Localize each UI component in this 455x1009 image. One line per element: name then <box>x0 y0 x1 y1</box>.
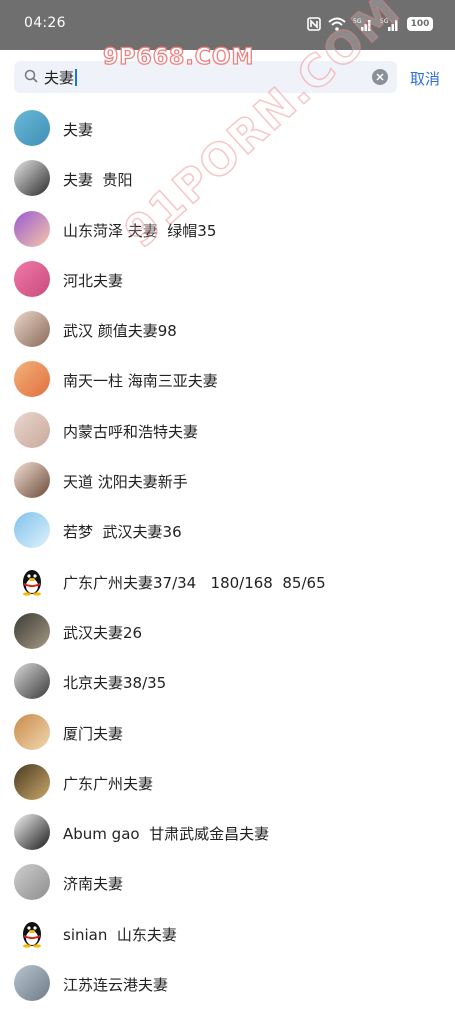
cancel-button[interactable]: 取消 <box>410 68 440 89</box>
status-icons: 5G 5G 100 <box>307 15 433 33</box>
contact-name: 内蒙古呼和浩特夫妻 <box>63 422 199 441</box>
search-query[interactable]: 夫妻 <box>44 67 77 88</box>
contact-name: 江苏连云港夫妻 <box>63 976 169 995</box>
clear-icon[interactable] <box>372 69 388 85</box>
contact-name: 南天一柱 海南三亚夫妻 <box>63 372 218 391</box>
battery-icon: 100 <box>407 17 433 31</box>
contact-name: 若梦 武汉夫妻36 <box>63 523 182 542</box>
list-item[interactable]: 若梦 武汉夫妻36 <box>0 506 455 556</box>
avatar <box>14 160 50 197</box>
list-item[interactable]: Abum gao 甘肃武威金昌夫妻 <box>0 808 455 858</box>
list-item[interactable]: sinian 山东夫妻 <box>0 909 455 959</box>
nfc-icon <box>307 17 321 31</box>
avatar <box>14 210 50 247</box>
avatar <box>14 311 50 348</box>
svg-text:5G: 5G <box>380 18 389 25</box>
contact-name: 济南夫妻 <box>63 875 124 894</box>
search-input[interactable]: 夫妻 <box>14 61 397 93</box>
avatar <box>14 462 50 499</box>
list-item[interactable]: 江苏连云港夫妻 <box>0 959 455 1009</box>
list-item[interactable]: 河北夫妻 <box>0 255 455 305</box>
list-item[interactable]: 厦门夫妻 <box>0 708 455 758</box>
avatar <box>14 512 50 549</box>
list-item[interactable]: 广东广州夫妻 <box>0 758 455 808</box>
contact-name: 夫妻 <box>63 121 94 139</box>
list-item[interactable]: 武汉 颜值夫妻98 <box>0 305 455 355</box>
signal-5g-icon-2: 5G <box>380 18 398 31</box>
avatar <box>14 663 50 700</box>
list-item[interactable]: 南天一柱 海南三亚夫妻 <box>0 355 455 405</box>
contact-name: 山东菏泽 夫妻 绿帽35 <box>63 221 217 240</box>
contact-name: 厦门夫妻 <box>63 724 124 743</box>
signal-5g-icon: 5G <box>353 18 371 31</box>
list-item[interactable]: 夫妻 贵阳 <box>0 154 455 204</box>
avatar <box>14 260 50 297</box>
list-item[interactable]: 济南夫妻 <box>0 858 455 908</box>
list-item[interactable]: 山东菏泽 夫妻 绿帽35 <box>0 205 455 255</box>
search-icon <box>24 69 38 83</box>
contact-name: 广东广州夫妻37/34 180/168 85/65 <box>63 573 326 592</box>
avatar <box>14 110 50 146</box>
list-item[interactable]: 广东广州夫妻37/34 180/168 85/65 <box>0 557 455 607</box>
avatar <box>14 814 50 851</box>
contact-name: sinian 山东夫妻 <box>63 925 177 944</box>
list-item[interactable]: 夫妻 <box>0 104 455 154</box>
contact-name: Abum gao 甘肃武威金昌夫妻 <box>63 825 270 844</box>
penguin-avatar-icon <box>14 914 50 951</box>
avatar <box>14 864 50 901</box>
status-time: 04:26 <box>24 15 66 31</box>
status-bar: 04:26 5G 5G 100 <box>0 0 455 50</box>
avatar <box>14 361 50 398</box>
avatar <box>14 965 50 1002</box>
contact-name: 河北夫妻 <box>63 271 124 290</box>
list-item[interactable]: 天道 沈阳夫妻新手 <box>0 456 455 506</box>
avatar <box>14 411 50 448</box>
contact-name: 夫妻 贵阳 <box>63 171 133 190</box>
avatar <box>14 763 50 800</box>
avatar <box>14 713 50 750</box>
contact-name: 天道 沈阳夫妻新手 <box>63 473 188 492</box>
contact-name: 武汉 颜值夫妻98 <box>63 322 177 341</box>
contact-name: 北京夫妻38/35 <box>63 674 167 693</box>
list-item[interactable]: 北京夫妻38/35 <box>0 657 455 707</box>
text-cursor <box>75 69 77 86</box>
penguin-avatar-icon <box>14 562 50 599</box>
wifi-icon <box>328 17 346 31</box>
list-item[interactable]: 内蒙古呼和浩特夫妻 <box>0 406 455 456</box>
search-results-list: 夫妻夫妻 贵阳山东菏泽 夫妻 绿帽35 河北夫妻武汉 颜值夫妻98 南天一柱 海南三… <box>0 104 455 1009</box>
contact-name: 广东广州夫妻 <box>63 774 154 793</box>
svg-text:5G: 5G <box>353 18 362 25</box>
contact-name: 武汉夫妻26 <box>63 623 143 642</box>
search-row: 夫妻 取消 <box>0 50 455 110</box>
list-item[interactable]: 武汉夫妻26 <box>0 607 455 657</box>
avatar <box>14 612 50 649</box>
